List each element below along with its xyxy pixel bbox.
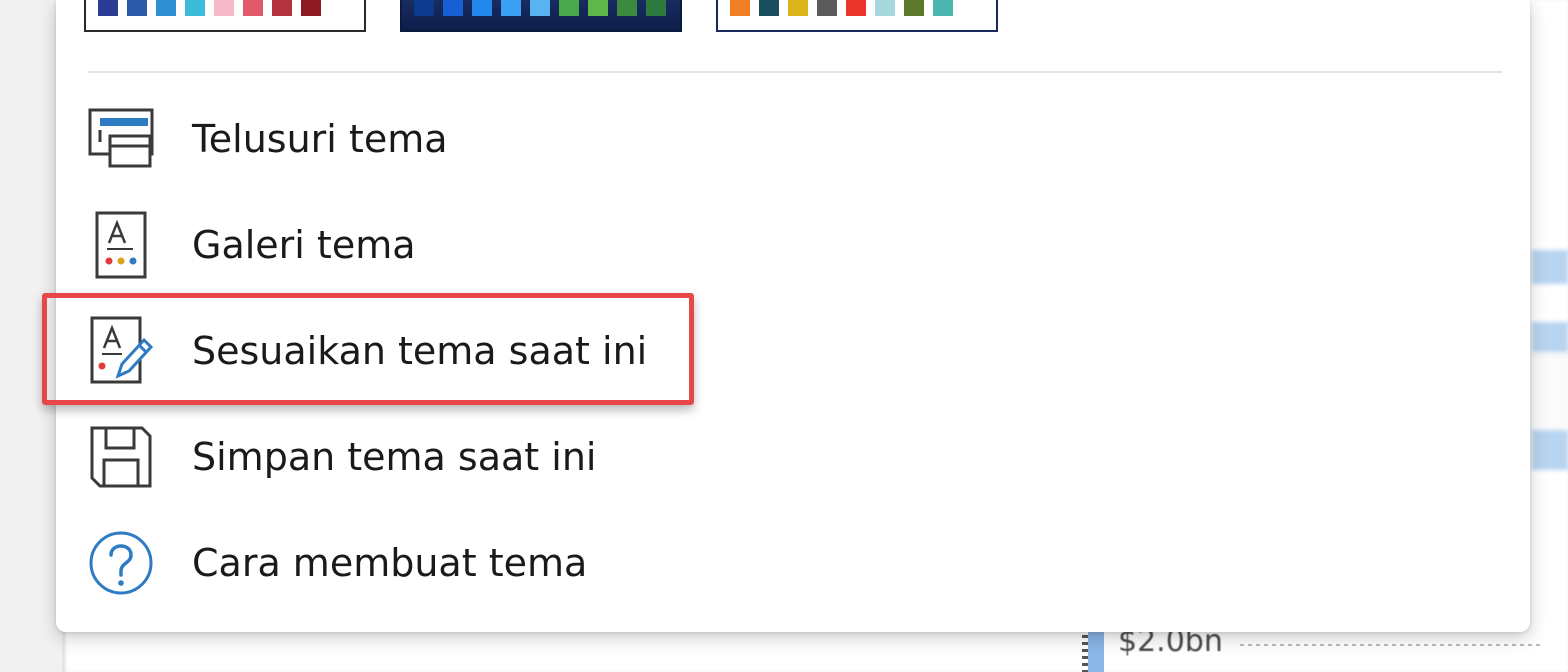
color-swatch [530,0,550,16]
color-swatch [472,0,492,16]
menu-item-how-to-create-theme[interactable]: Cara membuat tema [86,518,726,608]
color-swatch [788,0,808,16]
color-swatch [98,0,118,16]
chart-bar [1088,630,1104,672]
color-swatch [904,0,924,16]
menu-item-label: Sesuaikan tema saat ini [192,329,648,373]
color-swatch [443,0,463,16]
color-swatch [414,0,434,16]
color-swatch [588,0,608,16]
color-swatch [875,0,895,16]
color-swatch [817,0,837,16]
dark-theme-swatch[interactable] [400,0,682,32]
menu-item-browse-themes[interactable]: Telusuri tema [86,94,726,184]
color-swatch [759,0,779,16]
color-swatch [214,0,234,16]
theme-swatch-row [56,0,1530,36]
themes-dropdown: Telusuri tema Galeri tema Sesuaikan tema… [56,0,1530,632]
color-swatch [646,0,666,16]
menu-item-label: Simpan tema saat ini [192,435,597,479]
theme-gallery-icon [86,210,156,280]
color-swatch [301,0,321,16]
color-swatch [272,0,292,16]
color-swatch [730,0,750,16]
menu-divider [88,71,1502,73]
color-swatch [933,0,953,16]
color-swatch [559,0,579,16]
menu-item-label: Cara membuat tema [192,541,588,585]
save-icon [86,422,156,492]
menu-item-theme-gallery[interactable]: Galeri tema [86,200,726,290]
color-swatch [127,0,147,16]
menu-item-label: Galeri tema [192,223,416,267]
color-swatch [156,0,176,16]
blurred-bar [1532,250,1568,284]
help-icon [86,528,156,598]
menu-item-save-current-theme[interactable]: Simpan tema saat ini [86,412,726,502]
menu-item-customize-current-theme[interactable]: Sesuaikan tema saat ini [86,306,726,396]
customize-theme-icon [86,316,156,386]
colorful-theme-swatch[interactable] [716,0,998,32]
color-swatch [185,0,205,16]
menu-item-label: Telusuri tema [192,117,448,161]
color-swatch [846,0,866,16]
blurred-bar [1532,322,1568,352]
color-swatch [501,0,521,16]
blurred-bar [1532,430,1568,470]
color-swatch [617,0,637,16]
light-theme-swatch[interactable] [84,0,366,32]
color-swatch [243,0,263,16]
browse-themes-icon [86,104,156,174]
chart-gridline [1240,644,1540,646]
